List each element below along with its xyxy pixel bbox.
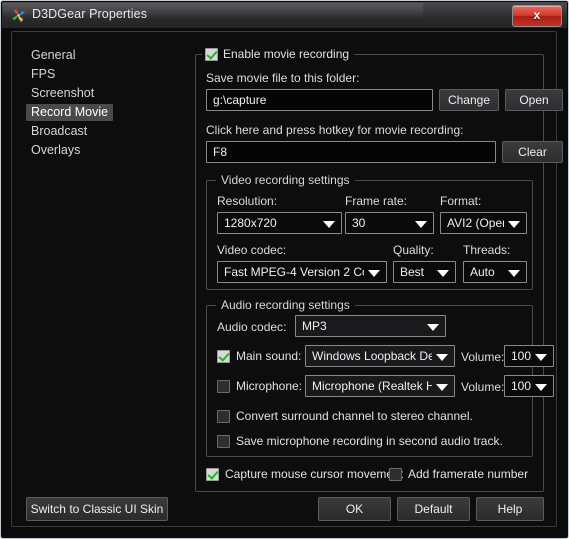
movie-recording-group: Enable movie recording Save movie file t…	[195, 47, 563, 492]
resolution-label: Resolution:	[217, 194, 278, 208]
change-folder-button[interactable]: Change	[439, 89, 499, 111]
properties-window: D3DGear Properties x General FPS Screens…	[0, 0, 569, 539]
sidebar-nav: General FPS Screenshot Record Movie Broa…	[26, 47, 176, 161]
add-framerate-checkbox[interactable]: Add framerate number	[389, 467, 528, 481]
main-sound-checkbox-box	[217, 349, 230, 363]
mic-volume-label: Volume:	[461, 380, 505, 394]
microphone-device-dropdown[interactable]: Microphone (Realtek High D	[305, 375, 455, 397]
window-title: D3DGear Properties	[32, 7, 148, 21]
threads-label: Threads:	[463, 243, 511, 257]
microphone-checkbox-box	[217, 379, 230, 393]
convert-surround-checkbox-box	[217, 409, 230, 423]
main-sound-label: Main sound:	[236, 349, 302, 363]
close-button[interactable]: x	[512, 5, 562, 27]
framerate-value: 30	[352, 216, 366, 230]
sidebar-item-broadcast[interactable]: Broadcast	[26, 123, 92, 140]
help-button[interactable]: Help	[476, 497, 544, 521]
format-dropdown[interactable]: AVI2 (OpenDML)	[440, 212, 527, 234]
main-volume-label: Volume:	[461, 350, 505, 364]
second-audio-track-checkbox[interactable]: Save microphone recording in second audi…	[217, 434, 503, 448]
save-folder-input[interactable]: g:\capture	[206, 89, 433, 111]
main-sound-device-dropdown[interactable]: Windows Loopback Device	[305, 345, 455, 367]
save-folder-label: Save movie file to this folder:	[206, 71, 360, 85]
resolution-value: 1280x720	[224, 216, 277, 230]
main-sound-device-value: Windows Loopback Device	[312, 349, 432, 363]
audio-codec-value: MP3	[302, 319, 327, 333]
chevron-down-icon	[427, 324, 439, 331]
audio-codec-dropdown[interactable]: MP3	[295, 315, 446, 337]
main-sound-checkbox[interactable]: Main sound:	[217, 349, 301, 363]
main-volume-value: 100	[511, 349, 531, 363]
chevron-down-icon	[535, 354, 547, 361]
audio-codec-label: Audio codec:	[217, 320, 287, 334]
video-codec-value: Fast MPEG-4 Version 2 Codec	[224, 265, 364, 279]
title-bar: D3DGear Properties x	[2, 2, 567, 29]
video-recording-group-title: Video recording settings	[216, 173, 355, 187]
audio-recording-group: Audio recording settings Audio codec: MP…	[206, 298, 554, 457]
pinwheel-icon	[11, 8, 26, 23]
quality-label: Quality:	[393, 243, 434, 257]
add-framerate-label: Add framerate number	[408, 467, 529, 481]
content-frame: General FPS Screenshot Record Movie Broa…	[11, 31, 563, 527]
second-audio-track-label: Save microphone recording in second audi…	[236, 434, 503, 448]
mic-volume-dropdown[interactable]: 100	[504, 375, 554, 397]
chevron-down-icon	[436, 384, 448, 391]
video-codec-dropdown[interactable]: Fast MPEG-4 Version 2 Codec	[217, 261, 387, 283]
mic-volume-value: 100	[511, 379, 531, 393]
chevron-down-icon	[535, 384, 547, 391]
microphone-device-value: Microphone (Realtek High D	[312, 379, 432, 393]
hotkey-input[interactable]: F8	[206, 141, 496, 163]
chevron-down-icon	[415, 221, 427, 228]
client-area: General FPS Screenshot Record Movie Broa…	[2, 28, 567, 538]
enable-movie-recording-checkbox[interactable]: Enable movie recording	[202, 47, 355, 61]
convert-surround-label: Convert surround channel to stereo chann…	[236, 409, 473, 423]
close-icon: x	[533, 8, 541, 22]
default-button[interactable]: Default	[397, 497, 470, 521]
quality-dropdown[interactable]: Best	[393, 261, 456, 283]
audio-recording-group-title: Audio recording settings	[216, 298, 355, 312]
video-recording-group: Video recording settings Resolution: 128…	[206, 173, 533, 290]
chevron-down-icon	[508, 221, 520, 228]
clear-hotkey-button[interactable]: Clear	[502, 141, 563, 163]
microphone-label: Microphone:	[236, 379, 303, 393]
chevron-down-icon	[437, 270, 449, 277]
sidebar-item-overlays[interactable]: Overlays	[26, 142, 85, 159]
switch-classic-skin-button[interactable]: Switch to Classic UI Skin	[26, 497, 168, 521]
resolution-dropdown[interactable]: 1280x720	[217, 212, 342, 234]
framerate-dropdown[interactable]: 30	[345, 212, 434, 234]
sidebar-item-record-movie[interactable]: Record Movie	[26, 104, 114, 121]
chevron-down-icon	[323, 221, 335, 228]
capture-cursor-checkbox-box	[206, 467, 219, 481]
threads-dropdown[interactable]: Auto	[463, 261, 527, 283]
enable-movie-recording-label: Enable movie recording	[223, 47, 350, 61]
quality-value: Best	[400, 265, 425, 279]
format-label: Format:	[440, 194, 482, 208]
capture-cursor-label: Capture mouse cursor movement	[225, 467, 404, 481]
chevron-down-icon	[508, 270, 520, 277]
add-framerate-checkbox-box	[389, 467, 402, 481]
chevron-down-icon	[436, 354, 448, 361]
framerate-label: Frame rate:	[345, 194, 408, 208]
main-volume-dropdown[interactable]: 100	[504, 345, 554, 367]
convert-surround-checkbox[interactable]: Convert surround channel to stereo chann…	[217, 409, 473, 423]
microphone-checkbox[interactable]: Microphone:	[217, 379, 302, 393]
ok-button[interactable]: OK	[318, 497, 391, 521]
format-value: AVI2 (OpenDML)	[447, 216, 504, 230]
capture-cursor-checkbox[interactable]: Capture mouse cursor movement	[206, 467, 403, 481]
hotkey-label: Click here and press hotkey for movie re…	[206, 123, 464, 137]
sidebar-item-general[interactable]: General	[26, 47, 80, 64]
chevron-down-icon	[368, 270, 380, 277]
threads-value: Auto	[470, 265, 495, 279]
video-codec-label: Video codec:	[217, 243, 287, 257]
second-audio-track-checkbox-box	[217, 434, 230, 448]
sidebar-item-screenshot[interactable]: Screenshot	[26, 85, 99, 102]
enable-movie-recording-checkbox-box	[205, 47, 218, 61]
sidebar-item-fps[interactable]: FPS	[26, 66, 60, 83]
open-folder-button[interactable]: Open	[505, 89, 563, 111]
